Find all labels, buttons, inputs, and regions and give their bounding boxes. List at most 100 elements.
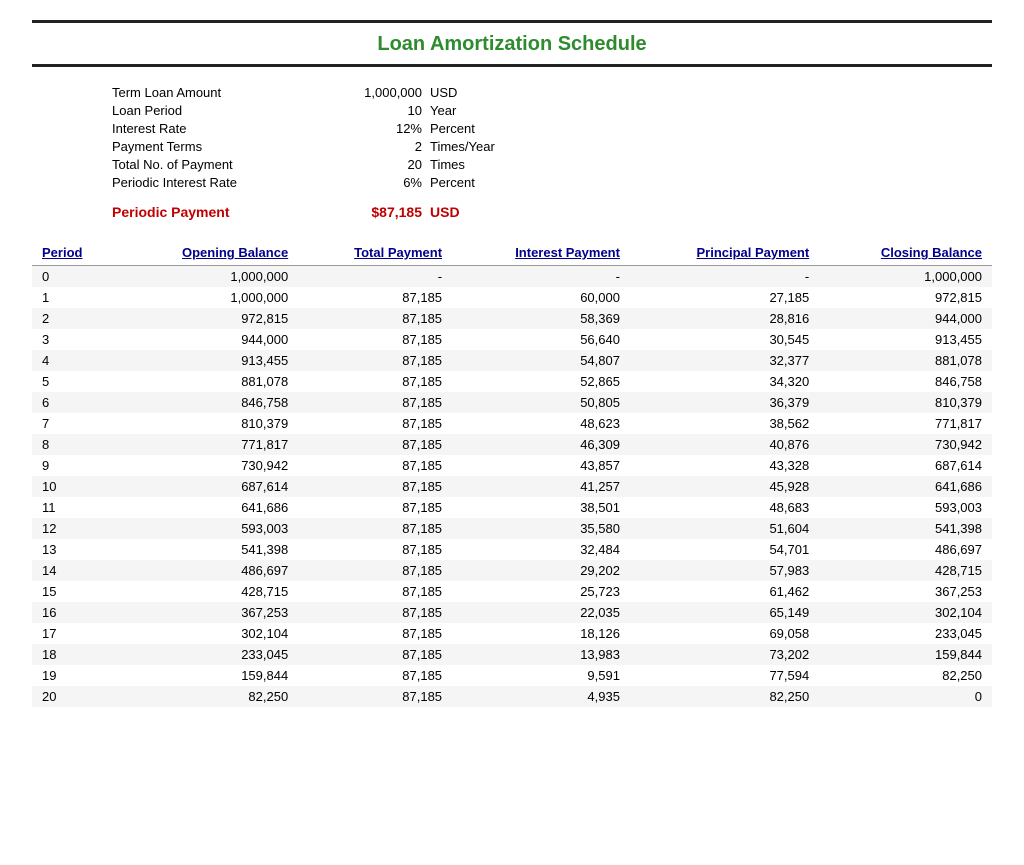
cell-0-3: -: [452, 266, 630, 288]
cell-12-4: 51,604: [630, 518, 819, 539]
cell-10-4: 45,928: [630, 476, 819, 497]
info-value-3: 2: [302, 139, 422, 154]
cell-18-2: 87,185: [298, 644, 452, 665]
amortization-table: PeriodOpening BalanceTotal PaymentIntere…: [32, 240, 992, 707]
table-row: 12593,00387,18535,58051,604541,398: [32, 518, 992, 539]
cell-19-4: 77,594: [630, 665, 819, 686]
cell-2-3: 58,369: [452, 308, 630, 329]
info-value-1: 10: [302, 103, 422, 118]
table-row: 15428,71587,18525,72361,462367,253: [32, 581, 992, 602]
cell-5-4: 34,320: [630, 371, 819, 392]
cell-16-3: 22,035: [452, 602, 630, 623]
cell-9-3: 43,857: [452, 455, 630, 476]
table-row: 2972,81587,18558,36928,816944,000: [32, 308, 992, 329]
cell-2-2: 87,185: [298, 308, 452, 329]
info-unit-2: Percent: [430, 121, 475, 136]
table-row: 3944,00087,18556,64030,545913,455: [32, 329, 992, 350]
page-title: Loan Amortization Schedule: [32, 33, 992, 56]
col-header-5: Closing Balance: [819, 240, 992, 266]
cell-7-0: 7: [32, 413, 118, 434]
cell-9-2: 87,185: [298, 455, 452, 476]
cell-4-5: 881,078: [819, 350, 992, 371]
cell-10-2: 87,185: [298, 476, 452, 497]
table-row: 13541,39887,18532,48454,701486,697: [32, 539, 992, 560]
table-row: 11,000,00087,18560,00027,185972,815: [32, 287, 992, 308]
info-unit-3: Times/Year: [430, 139, 495, 154]
cell-17-3: 18,126: [452, 623, 630, 644]
table-row: 18233,04587,18513,98373,202159,844: [32, 644, 992, 665]
cell-13-3: 32,484: [452, 539, 630, 560]
cell-14-4: 57,983: [630, 560, 819, 581]
cell-18-0: 18: [32, 644, 118, 665]
info-value-2: 12%: [302, 121, 422, 136]
periodic-payment-value: $87,185: [302, 204, 422, 220]
cell-10-3: 41,257: [452, 476, 630, 497]
info-row-4: Total No. of Payment 20 Times: [112, 157, 992, 172]
page-wrapper: Loan Amortization Schedule Term Loan Amo…: [32, 20, 992, 707]
periodic-payment-label: Periodic Payment: [112, 204, 302, 220]
cell-11-2: 87,185: [298, 497, 452, 518]
cell-14-3: 29,202: [452, 560, 630, 581]
cell-8-1: 771,817: [118, 434, 298, 455]
cell-3-1: 944,000: [118, 329, 298, 350]
cell-13-2: 87,185: [298, 539, 452, 560]
cell-15-5: 367,253: [819, 581, 992, 602]
cell-5-2: 87,185: [298, 371, 452, 392]
cell-20-5: 0: [819, 686, 992, 707]
cell-14-1: 486,697: [118, 560, 298, 581]
table-row: 14486,69787,18529,20257,983428,715: [32, 560, 992, 581]
info-unit-5: Percent: [430, 175, 475, 190]
cell-0-1: 1,000,000: [118, 266, 298, 288]
cell-7-3: 48,623: [452, 413, 630, 434]
cell-0-5: 1,000,000: [819, 266, 992, 288]
cell-11-1: 641,686: [118, 497, 298, 518]
cell-2-1: 972,815: [118, 308, 298, 329]
table-row: 5881,07887,18552,86534,320846,758: [32, 371, 992, 392]
cell-8-4: 40,876: [630, 434, 819, 455]
info-label-3: Payment Terms: [112, 139, 302, 154]
cell-9-0: 9: [32, 455, 118, 476]
cell-12-2: 87,185: [298, 518, 452, 539]
table-row: 19159,84487,1859,59177,59482,250: [32, 665, 992, 686]
cell-6-5: 810,379: [819, 392, 992, 413]
cell-11-4: 48,683: [630, 497, 819, 518]
cell-8-3: 46,309: [452, 434, 630, 455]
cell-6-4: 36,379: [630, 392, 819, 413]
cell-11-5: 593,003: [819, 497, 992, 518]
cell-14-5: 428,715: [819, 560, 992, 581]
info-row-3: Payment Terms 2 Times/Year: [112, 139, 992, 154]
info-value-0: 1,000,000: [302, 85, 422, 100]
cell-17-1: 302,104: [118, 623, 298, 644]
cell-10-5: 641,686: [819, 476, 992, 497]
table-row: 11641,68687,18538,50148,683593,003: [32, 497, 992, 518]
cell-15-4: 61,462: [630, 581, 819, 602]
cell-13-1: 541,398: [118, 539, 298, 560]
cell-6-2: 87,185: [298, 392, 452, 413]
cell-19-3: 9,591: [452, 665, 630, 686]
periodic-payment-unit: USD: [430, 204, 460, 220]
cell-18-5: 159,844: [819, 644, 992, 665]
cell-20-0: 20: [32, 686, 118, 707]
info-row-2: Interest Rate 12% Percent: [112, 121, 992, 136]
col-header-4: Principal Payment: [630, 240, 819, 266]
table-row: 4913,45587,18554,80732,377881,078: [32, 350, 992, 371]
cell-12-0: 12: [32, 518, 118, 539]
cell-0-0: 0: [32, 266, 118, 288]
cell-12-5: 541,398: [819, 518, 992, 539]
cell-7-5: 771,817: [819, 413, 992, 434]
table-row: 10687,61487,18541,25745,928641,686: [32, 476, 992, 497]
cell-19-0: 19: [32, 665, 118, 686]
cell-15-2: 87,185: [298, 581, 452, 602]
table-row: 17302,10487,18518,12669,058233,045: [32, 623, 992, 644]
cell-3-0: 3: [32, 329, 118, 350]
info-row-5: Periodic Interest Rate 6% Percent: [112, 175, 992, 190]
cell-15-3: 25,723: [452, 581, 630, 602]
cell-14-0: 14: [32, 560, 118, 581]
cell-4-1: 913,455: [118, 350, 298, 371]
cell-12-1: 593,003: [118, 518, 298, 539]
cell-6-0: 6: [32, 392, 118, 413]
cell-3-2: 87,185: [298, 329, 452, 350]
table-section: PeriodOpening BalanceTotal PaymentIntere…: [32, 240, 992, 707]
cell-8-5: 730,942: [819, 434, 992, 455]
info-label-5: Periodic Interest Rate: [112, 175, 302, 190]
